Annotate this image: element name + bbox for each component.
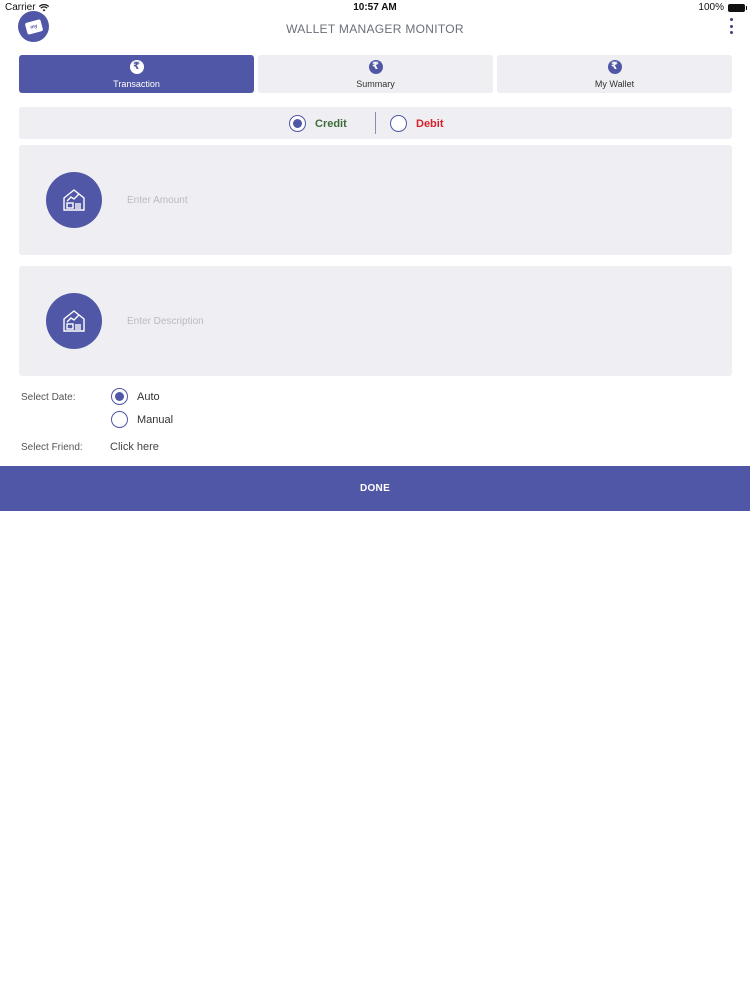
auto-label: Auto <box>137 390 160 403</box>
debit-label: Debit <box>416 117 444 130</box>
select-friend-label: Select Friend: <box>21 442 83 453</box>
amount-card <box>19 145 732 255</box>
tab-label: Summary <box>356 78 395 89</box>
rupee-icon: ₹ <box>129 59 144 74</box>
rupee-icon: ₹ <box>607 59 622 74</box>
manual-label: Manual <box>137 413 174 426</box>
debit-option[interactable]: Debit <box>390 115 444 132</box>
description-input[interactable] <box>127 311 707 331</box>
page-title: WALLET MANAGER MONITOR <box>286 22 464 36</box>
credit-option[interactable]: Credit <box>289 115 347 132</box>
description-card <box>19 266 732 376</box>
wallet-chart-icon <box>46 293 102 349</box>
tab-summary[interactable]: ₹ Summary <box>258 55 493 93</box>
amount-input[interactable] <box>127 190 707 210</box>
credit-radio[interactable] <box>289 115 306 132</box>
more-vertical-icon[interactable] <box>726 18 736 34</box>
tab-transaction[interactable]: ₹ Transaction <box>19 55 254 93</box>
select-date-label: Select Date: <box>21 392 76 403</box>
manual-radio[interactable] <box>111 411 128 428</box>
auto-radio[interactable] <box>111 388 128 405</box>
tab-label: My Wallet <box>594 78 635 89</box>
rupee-icon: ₹ <box>368 59 383 74</box>
date-manual-option[interactable]: Manual <box>111 411 173 428</box>
nav-bar: my WALLET MANAGER MONITOR <box>0 10 750 48</box>
done-button[interactable]: DONE <box>0 466 750 511</box>
select-friend-link[interactable]: Click here <box>110 441 159 453</box>
date-auto-option[interactable]: Auto <box>111 388 160 405</box>
credit-label: Credit <box>315 117 347 130</box>
tab-label: Transaction <box>113 78 160 89</box>
divider <box>375 112 376 134</box>
transaction-type-selector: Credit Debit <box>19 107 732 139</box>
tab-my-wallet[interactable]: ₹ My Wallet <box>497 55 732 93</box>
tab-bar: ₹ Transaction ₹ Summary ₹ My Wallet <box>19 55 732 93</box>
wallet-chart-icon <box>46 172 102 228</box>
debit-radio[interactable] <box>390 115 407 132</box>
